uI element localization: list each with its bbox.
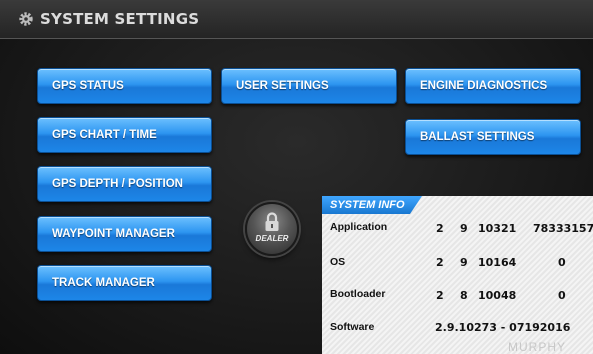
info-value: 0 bbox=[558, 289, 566, 302]
system-settings-screen: SYSTEM SETTINGS GPS STATUS GPS CHART / T… bbox=[0, 0, 593, 354]
info-value: 2 bbox=[436, 289, 444, 302]
system-info-title: SYSTEM INFO bbox=[330, 199, 405, 211]
padlock-icon bbox=[265, 212, 279, 231]
gps-depth-position-button[interactable]: GPS DEPTH / POSITION bbox=[37, 166, 212, 202]
info-value: 0 bbox=[558, 256, 566, 269]
info-value: 78333157 bbox=[533, 222, 593, 235]
dealer-label: DEALER bbox=[255, 234, 289, 243]
title-bar: SYSTEM SETTINGS bbox=[0, 0, 593, 39]
ballast-settings-button[interactable]: BALLAST SETTINGS bbox=[405, 119, 581, 155]
gps-status-button[interactable]: GPS STATUS bbox=[37, 68, 212, 104]
info-label-software: Software bbox=[330, 321, 375, 333]
info-value: 9 bbox=[460, 222, 468, 235]
info-value: 10164 bbox=[478, 256, 517, 269]
engine-diagnostics-button[interactable]: ENGINE DIAGNOSTICS bbox=[405, 68, 581, 104]
info-label-application: Application bbox=[330, 221, 388, 233]
page-title: SYSTEM SETTINGS bbox=[40, 10, 200, 28]
user-settings-button[interactable]: USER SETTINGS bbox=[221, 68, 397, 104]
gps-chart-time-button[interactable]: GPS CHART / TIME bbox=[37, 117, 212, 153]
info-value: 8 bbox=[460, 289, 468, 302]
info-label-bootloader: Bootloader bbox=[330, 288, 386, 300]
info-value: 9 bbox=[460, 256, 468, 269]
gear-icon bbox=[19, 12, 33, 26]
waypoint-manager-button[interactable]: WAYPOINT MANAGER bbox=[37, 216, 212, 252]
info-label-os: OS bbox=[330, 256, 346, 268]
track-manager-button[interactable]: TRACK MANAGER bbox=[37, 265, 212, 301]
dealer-button[interactable]: DEALER bbox=[245, 202, 299, 256]
info-value: 2 bbox=[436, 222, 444, 235]
software-version: 2.9.10273 - 07192016 bbox=[435, 321, 571, 334]
murphy-logo: MURPHY bbox=[508, 340, 567, 354]
info-value: 10048 bbox=[478, 289, 517, 302]
info-value: 2 bbox=[436, 256, 444, 269]
info-value: 10321 bbox=[478, 222, 517, 235]
